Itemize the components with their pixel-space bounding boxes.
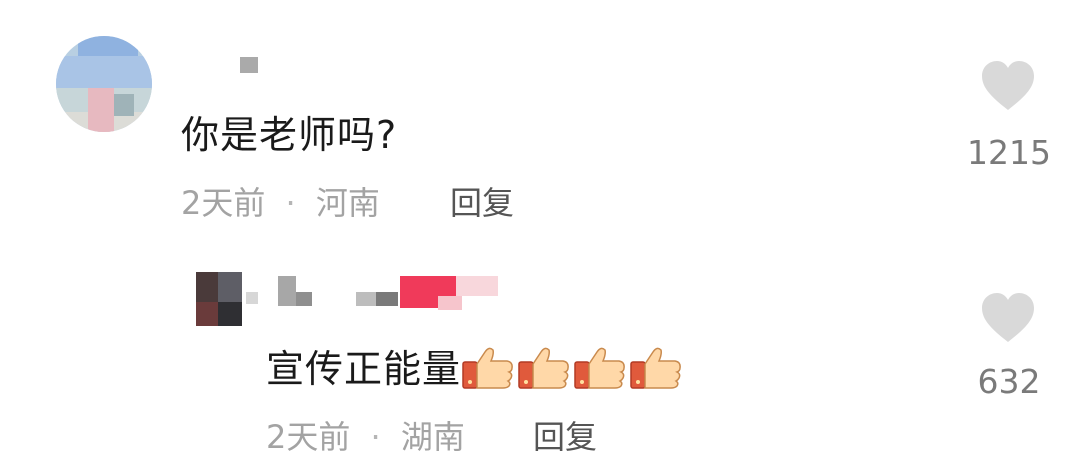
avatar[interactable] (56, 36, 152, 132)
like-button[interactable] (980, 60, 1036, 112)
reply-like-count: 632 (977, 362, 1041, 401)
reply-avatar[interactable] (196, 272, 242, 326)
comment-meta: 2天前 · 河南 (181, 178, 380, 224)
reply-time: 2天前 (266, 418, 351, 456)
blur-block (376, 292, 398, 306)
comment-text: 你是老师吗? (181, 113, 398, 157)
reply-text: 宣传正能量 (266, 338, 685, 399)
like-count: 1215 (967, 133, 1051, 172)
blur-block (356, 292, 376, 306)
thumbs-up-icon (629, 344, 685, 399)
avatar-blur-block (196, 272, 218, 302)
thumbs-up-icon (573, 344, 629, 399)
reply-text-body: 宣传正能量 (266, 347, 462, 391)
avatar-blur-block (88, 88, 114, 132)
blur-block (438, 296, 462, 310)
username-redacted[interactable] (240, 57, 258, 73)
reply-username-redacted[interactable] (244, 274, 500, 318)
heart-icon (982, 293, 1034, 342)
meta-separator: · (285, 184, 296, 222)
blur-block (278, 276, 296, 306)
blur-block (456, 276, 498, 296)
thumbs-up-icon (461, 344, 517, 399)
avatar-blur-block (196, 302, 218, 326)
reply-meta: 2天前 · 湖南 (266, 412, 465, 458)
reply-like-button[interactable] (980, 292, 1036, 344)
comment-time: 2天前 (181, 184, 266, 222)
comment-location: 河南 (315, 184, 380, 222)
blur-block (296, 292, 312, 306)
blur-block (246, 292, 258, 304)
reply-button[interactable]: 回复 (450, 178, 514, 224)
reply-reply-button[interactable]: 回复 (533, 412, 597, 458)
thumbs-up-icon (517, 344, 573, 399)
meta-separator: · (370, 418, 381, 456)
avatar-blur-block (56, 56, 152, 88)
reply-location: 湖南 (400, 418, 465, 456)
avatar-blur-block (114, 94, 134, 116)
avatar-blur-block (218, 302, 242, 326)
avatar-blur-block (218, 272, 242, 302)
heart-icon (982, 61, 1034, 110)
avatar-blur-block (78, 36, 138, 56)
